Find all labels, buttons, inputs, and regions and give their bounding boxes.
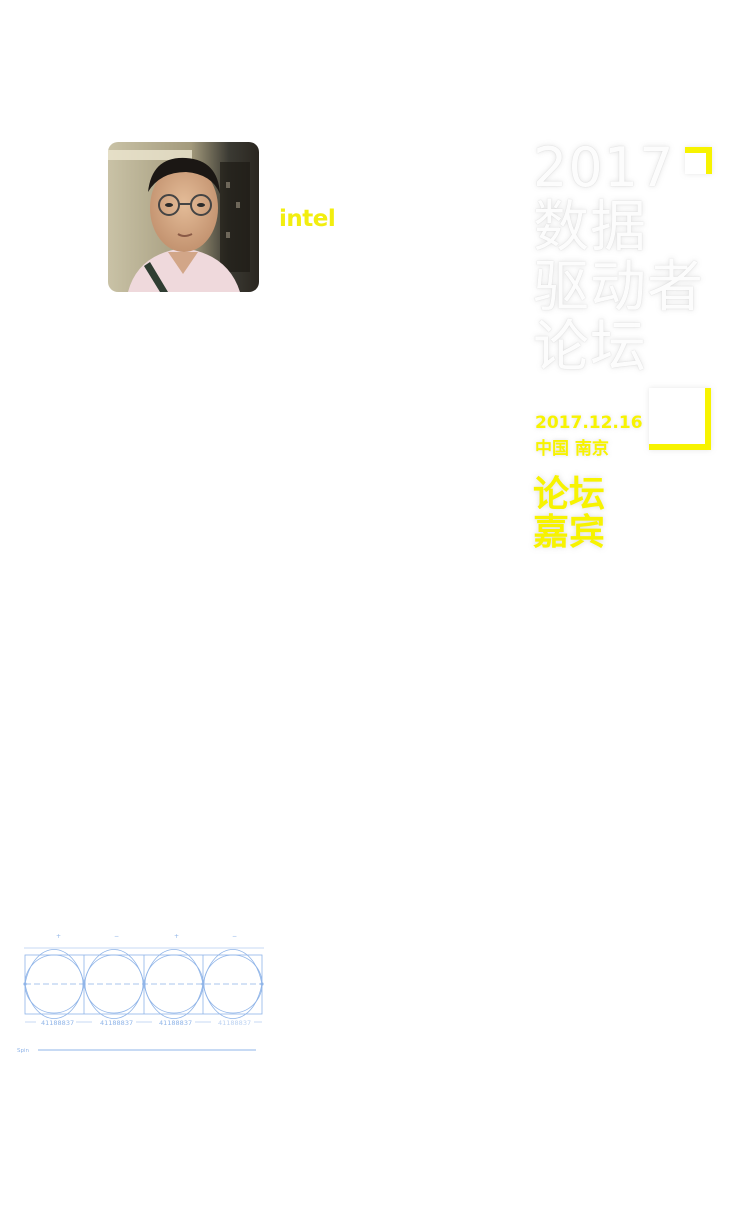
diagram-spin-label: Spin <box>17 1048 30 1054</box>
diagram-sign-1: + <box>56 933 61 940</box>
corner-bracket-bottom-right <box>649 388 711 450</box>
diagram-cell-label-3: 41188837 <box>159 1019 192 1027</box>
company-name: intel <box>279 206 336 232</box>
event-date: 2017.12.16 <box>535 413 643 433</box>
diagram-sign-4: − <box>232 933 237 940</box>
diagram-cell-label-2: 41188837 <box>100 1019 133 1027</box>
diagram-cell-label-4: 41188837 <box>218 1019 251 1027</box>
diagram-sign-3: + <box>174 933 179 940</box>
speaker-photo <box>108 142 259 292</box>
diagram-sign-2: − <box>114 933 119 940</box>
event-title: 2017 数据 驱动者 论坛 <box>533 138 733 378</box>
section-title-line-2: 嘉宾 <box>533 512 606 553</box>
section-title-line-1: 论坛 <box>533 474 606 515</box>
diagram-cell-label-1: 41188837 <box>41 1019 74 1027</box>
event-title-line-1: 数据 <box>533 195 647 260</box>
event-title-line-3: 论坛 <box>533 315 647 380</box>
event-place: 中国 南京 <box>535 439 609 459</box>
event-title-line-2: 驱动者 <box>533 255 704 320</box>
section-title: 论坛 嘉宾 <box>533 476 605 552</box>
wave-diagram: + − + − 41188837 41188837 41188837 41188… <box>17 933 264 1054</box>
corner-bracket-top-right <box>685 147 712 174</box>
